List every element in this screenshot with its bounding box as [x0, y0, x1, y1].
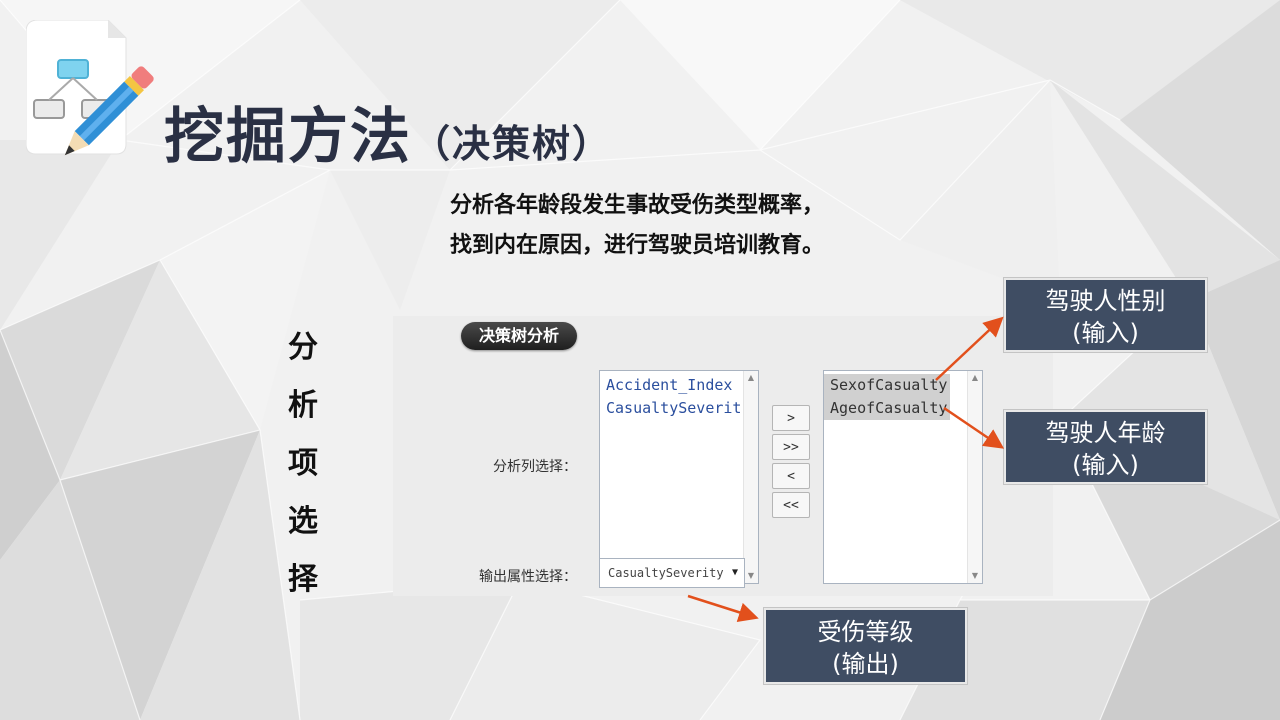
description: 分析各年龄段发生事故受伤类型概率， 找到内在原因，进行驾驶员培训教育。 — [450, 186, 824, 266]
scroll-down-icon[interactable]: ▼ — [968, 569, 982, 583]
scroll-down-icon[interactable]: ▼ — [744, 569, 758, 583]
column-select-label: 分析列选择： — [493, 459, 577, 475]
page-title: 挖掘方法（决策树） — [164, 88, 612, 175]
flowchart-pencil-icon — [26, 20, 154, 156]
list-item-selected[interactable]: SexofCasualty — [824, 374, 950, 397]
callout-line: 驾驶人年龄 — [1045, 419, 1166, 447]
callout-line: 驾驶人性别 — [1045, 287, 1166, 315]
remove-all-columns-button[interactable]: << — [772, 492, 810, 518]
callout-line: (输入) — [1072, 451, 1139, 479]
callout-driver-age: 驾驶人年龄 (输入) — [1003, 409, 1208, 485]
scroll-up-icon[interactable]: ▲ — [968, 371, 982, 385]
callout-injury-severity: 受伤等级 (输出) — [763, 607, 968, 685]
vertical-char: 分 — [288, 330, 318, 365]
callout-line: (输入) — [1072, 319, 1139, 347]
select-value: CasualtySeverity — [608, 566, 724, 580]
description-line-1: 分析各年龄段发生事故受伤类型概率， — [450, 193, 825, 218]
callout-line: 受伤等级 — [817, 618, 914, 646]
selected-columns-list[interactable]: SexofCasualty AgeofCasualty ▲ ▼ — [823, 370, 983, 584]
remove-column-button[interactable]: < — [772, 463, 810, 489]
chevron-down-icon[interactable]: ▼ — [732, 559, 738, 587]
analysis-item-selection-label: 分 析 项 选 择 — [286, 328, 320, 618]
scrollbar[interactable]: ▲ ▼ — [743, 371, 758, 583]
vertical-char: 项 — [288, 446, 318, 481]
output-attribute-select[interactable]: CasualtySeverity ▼ — [599, 558, 745, 588]
add-column-button[interactable]: > — [772, 405, 810, 431]
vertical-char: 选 — [288, 504, 318, 539]
available-columns-list[interactable]: Accident_Index CasualtySeverit ▲ ▼ — [599, 370, 759, 584]
list-item[interactable]: Accident_Index — [606, 374, 744, 397]
scroll-up-icon[interactable]: ▲ — [744, 371, 758, 385]
list-item-selected[interactable]: AgeofCasualty — [824, 397, 950, 420]
section-title-pill: 决策树分析 — [461, 322, 578, 350]
scrollbar[interactable]: ▲ ▼ — [967, 371, 982, 583]
output-attribute-label: 输出属性选择： — [479, 569, 577, 585]
callout-driver-gender: 驾驶人性别 (输入) — [1003, 277, 1208, 353]
callout-line: (输出) — [832, 650, 899, 678]
vertical-char: 析 — [288, 388, 318, 423]
add-all-columns-button[interactable]: >> — [772, 434, 810, 460]
page-title-main: 挖掘方法 — [164, 102, 412, 172]
list-item[interactable]: CasualtySeverit — [606, 397, 744, 420]
page-title-subtitle: （决策树） — [412, 122, 613, 166]
description-line-2: 找到内在原因，进行驾驶员培训教育。 — [450, 233, 825, 258]
decision-tree-panel: 决策树分析 分析列选择： Accident_Index CasualtySeve… — [393, 316, 1053, 596]
vertical-char: 择 — [288, 562, 318, 597]
